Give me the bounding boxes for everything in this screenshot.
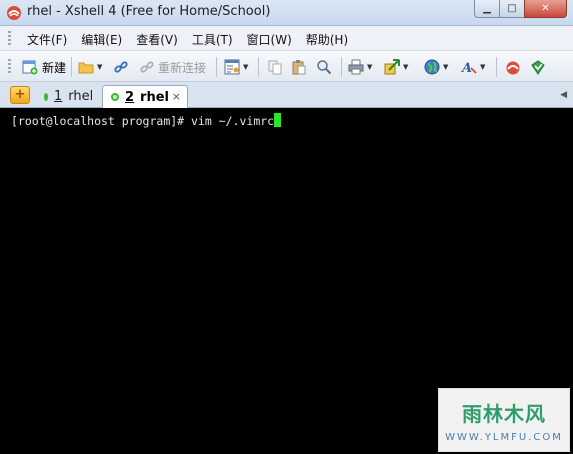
connected-status-icon: [44, 92, 48, 101]
tab-bar: + 1 rhel 2 rhel × ◀: [0, 82, 573, 108]
title-bar[interactable]: rhel - Xshell 4 (Free for Home/School) ▁…: [0, 0, 573, 26]
chevron-down-icon[interactable]: ▼: [480, 63, 485, 71]
menu-window[interactable]: 窗口(W): [240, 31, 299, 48]
properties-button[interactable]: ▼: [224, 57, 248, 77]
xftp-button[interactable]: [530, 57, 546, 77]
new-session-button[interactable]: 新建: [22, 57, 66, 77]
tab-number: 2: [125, 89, 135, 105]
close-button[interactable]: ✕: [524, 0, 567, 18]
tab-list-arrow-icon[interactable]: ◀: [560, 90, 567, 100]
xftp-icon: [531, 60, 545, 75]
chevron-down-icon[interactable]: ▼: [403, 63, 408, 71]
find-button[interactable]: [316, 57, 332, 77]
xshell-icon: [506, 61, 520, 75]
close-tab-icon[interactable]: ×: [172, 90, 181, 103]
chevron-down-icon[interactable]: ▼: [243, 63, 248, 71]
menu-edit[interactable]: 编辑(E): [74, 31, 129, 48]
transfer-button[interactable]: ▼: [384, 57, 408, 77]
globe-icon: [424, 59, 440, 75]
paste-button[interactable]: [291, 57, 307, 77]
paste-icon: [292, 60, 306, 75]
open-session-button[interactable]: ▼: [78, 57, 102, 77]
menu-bar: 文件(F) 编辑(E) 查看(V) 工具(T) 窗口(W) 帮助(H): [0, 26, 573, 51]
window-controls: ▁ □ ✕: [474, 0, 567, 19]
maximize-button[interactable]: □: [499, 0, 524, 18]
terminal-line: [root@localhost program]# vim ~/.vimrc: [11, 113, 282, 128]
print-button[interactable]: ▼: [348, 57, 372, 77]
watermark-title: 雨林木风: [462, 402, 546, 426]
menu-tools[interactable]: 工具(T): [185, 31, 240, 48]
chevron-down-icon[interactable]: ▼: [97, 63, 102, 71]
connected-status-icon: [111, 93, 119, 101]
link-icon: [114, 61, 128, 73]
font-button[interactable]: A ▼: [461, 57, 485, 77]
watermark-url: WWW.YLMFU.COM: [445, 432, 563, 443]
tab-session-2[interactable]: 2 rhel ×: [102, 85, 188, 108]
web-button[interactable]: ▼: [424, 57, 448, 77]
new-session-icon: [22, 60, 38, 75]
toolbar: 新建 ▼ 重新连接 ▼ ▼ ▼ ▼ A ▼: [0, 51, 573, 82]
add-tab-button[interactable]: +: [10, 86, 30, 104]
chevron-down-icon[interactable]: ▼: [443, 63, 448, 71]
folder-icon: [78, 62, 94, 74]
toolbar-separator: [216, 57, 217, 77]
menu-grip-handle[interactable]: [8, 31, 11, 46]
reconnect-icon: [140, 61, 154, 73]
connect-button[interactable]: [113, 57, 129, 77]
terminal-prompt-text: [root@localhost program]# vim ~/.vimrc: [11, 114, 275, 128]
font-icon: A: [461, 61, 477, 75]
transfer-icon: [384, 59, 400, 75]
svg-text:A: A: [461, 61, 472, 75]
xshell-logo-icon: [7, 6, 21, 20]
reconnect-button[interactable]: 重新连接: [139, 57, 206, 77]
toolbar-grip-handle[interactable]: [8, 59, 11, 74]
copy-icon: [268, 60, 282, 75]
tab-label: rhel: [140, 89, 169, 105]
toolbar-separator: [71, 57, 72, 77]
tab-number: 1: [54, 89, 63, 104]
chevron-down-icon[interactable]: ▼: [367, 63, 372, 71]
terminal-cursor: [274, 113, 282, 127]
copy-button[interactable]: [267, 57, 283, 77]
xshell-button[interactable]: [505, 57, 521, 77]
toolbar-separator: [496, 57, 497, 77]
tab-label: rhel: [68, 89, 94, 104]
tab-session-1[interactable]: 1 rhel: [36, 85, 98, 108]
new-session-label: 新建: [42, 60, 67, 75]
site-watermark: 雨林木风 WWW.YLMFU.COM: [438, 388, 570, 452]
properties-icon: [224, 59, 240, 75]
window-title: rhel - Xshell 4 (Free for Home/School): [27, 4, 271, 19]
menu-view[interactable]: 查看(V): [129, 31, 185, 48]
toolbar-separator: [341, 57, 342, 77]
menu-help[interactable]: 帮助(H): [299, 31, 355, 48]
printer-icon: [348, 59, 364, 75]
reconnect-label: 重新连接: [158, 60, 207, 75]
minimize-button[interactable]: ▁: [474, 0, 499, 18]
magnifier-icon: [317, 60, 332, 75]
menu-file[interactable]: 文件(F): [20, 31, 74, 48]
toolbar-separator: [258, 57, 259, 77]
